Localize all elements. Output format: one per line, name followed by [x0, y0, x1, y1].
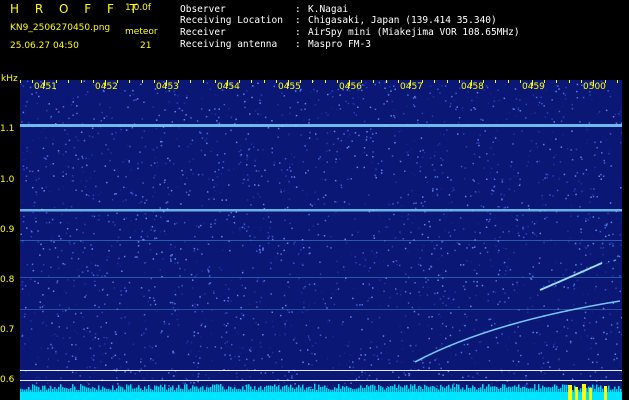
receiver-colon: :: [295, 27, 301, 38]
antenna-label: Receiving antenna: [180, 39, 278, 50]
mode-label: meteor: [125, 27, 158, 37]
bottom-band: [20, 392, 622, 400]
carrier-line-780: [20, 309, 622, 310]
antenna-colon: :: [295, 39, 301, 50]
observer-value: K.Nagai: [308, 4, 349, 15]
x-tick-label: 0456: [339, 82, 362, 92]
x-tick-label: 0458: [461, 82, 484, 92]
x-tick-label: 0459: [522, 82, 545, 92]
signal-peak: [589, 388, 592, 400]
receiver-value: AirSpy mini (Miakejima VOR 108.65MHz): [308, 27, 520, 38]
y-tick-label: 1.1: [0, 124, 15, 134]
location-value: Chigasaki, Japan (139.414 35.340): [308, 15, 497, 26]
antenna-value: Maspro FM-3: [308, 39, 371, 50]
signal-peak: [575, 387, 578, 400]
datetime-label: 25.06.27 04:50: [10, 41, 79, 51]
x-tick-label: 0500: [583, 82, 606, 92]
carrier-line-840: [20, 277, 622, 278]
carrier-line-1100: [20, 124, 622, 127]
app-title: H R O F F T: [10, 2, 144, 16]
filename-label: KN9_2506270450.png: [10, 23, 111, 33]
meteor-trace-upper: [539, 262, 603, 291]
meteor-trace-lower: [414, 300, 621, 363]
signal-peak: [582, 384, 586, 400]
spectrogram-plot[interactable]: [20, 80, 622, 400]
carrier-line-940: [20, 209, 622, 212]
x-tick-label: 0454: [217, 82, 240, 92]
signal-peak: [604, 386, 607, 400]
y-tick-label: 0.9: [0, 225, 15, 235]
location-colon: :: [295, 15, 301, 26]
y-tick-label: 1.0: [0, 175, 15, 185]
spectrogram-canvas: [20, 80, 622, 400]
observer-label: Observer: [180, 4, 226, 15]
header-panel: H R O F F T 1.0.0f KN9_2506270450.png me…: [0, 0, 629, 74]
signal-peak: [568, 385, 572, 400]
x-tick-label: 0455: [278, 82, 301, 92]
x-tick-label: 0452: [95, 82, 118, 92]
version-label: 1.0.0f: [125, 3, 152, 13]
receiver-label: Receiver: [180, 27, 226, 38]
reference-line-upper: [20, 370, 622, 371]
x-tick-label: 0457: [400, 82, 423, 92]
reference-line-lower: [20, 380, 622, 381]
y-tick-label: 0.8: [0, 275, 15, 285]
y-tick-label: 0.7: [0, 325, 15, 335]
meteor-count: 21: [140, 41, 152, 51]
carrier-line-900: [20, 240, 622, 241]
observer-colon: :: [295, 4, 301, 15]
bottom-spikes: [20, 384, 622, 392]
y-axis-unit: kHz: [1, 74, 18, 84]
y-tick-label: 0.6: [0, 375, 15, 385]
x-tick-label: 0453: [156, 82, 179, 92]
location-label: Receiving Location: [180, 15, 283, 26]
x-tick-label: 0451: [34, 82, 57, 92]
